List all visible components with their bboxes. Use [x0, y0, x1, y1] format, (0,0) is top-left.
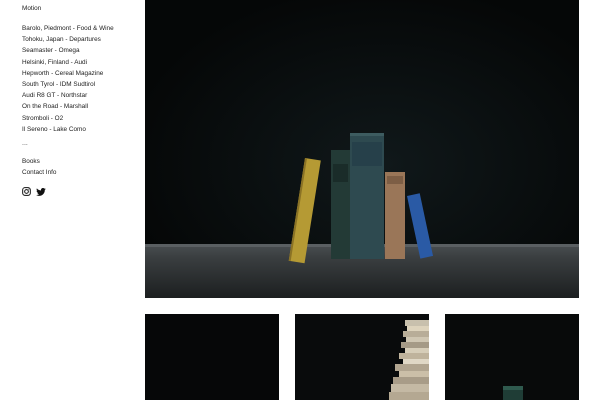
nav-item-books[interactable]: Books — [22, 156, 56, 167]
project-link-on-the-road[interactable]: On the Road - Marshall — [22, 101, 114, 112]
social-links — [22, 187, 46, 196]
project-link-helsinki[interactable]: Helsinki, Finland - Audi — [22, 57, 114, 68]
project-link-stromboli[interactable]: Stromboli - O2 — [22, 113, 114, 124]
nav-item-contact-info[interactable]: Contact Info — [22, 167, 56, 178]
project-link-tohoku[interactable]: Tohoku, Japan - Departures — [22, 34, 114, 45]
project-link-audi-r8[interactable]: Audi R8 GT - Northstar — [22, 90, 114, 101]
nav-ellipsis: ... — [22, 140, 28, 147]
tin-can-image — [445, 314, 579, 400]
books-on-shelf-image — [145, 0, 579, 298]
project-link-il-sereno[interactable]: Il Sereno - Lake Como — [22, 124, 114, 135]
hero-photo[interactable] — [145, 0, 579, 298]
project-link-south-tyrol[interactable]: South Tyrol - IDM Sudtirol — [22, 79, 114, 90]
project-link-barolo[interactable]: Barolo, Piedmont - Food & Wine — [22, 23, 114, 34]
nav-item-motion[interactable]: Motion — [22, 3, 41, 14]
instagram-icon[interactable] — [22, 187, 31, 196]
gallery-thumbnail-2[interactable] — [295, 314, 429, 400]
secondary-nav: Books Contact Info — [22, 156, 56, 178]
stacked-books-image — [295, 314, 429, 400]
project-link-seamaster[interactable]: Seamaster - Omega — [22, 45, 114, 56]
project-list: Barolo, Piedmont - Food & Wine Tohoku, J… — [22, 23, 114, 135]
gallery-thumbnail-1[interactable] — [145, 314, 279, 400]
gallery-thumbnail-3[interactable] — [445, 314, 579, 400]
project-link-hepworth[interactable]: Hepworth - Cereal Magazine — [22, 68, 114, 79]
twitter-icon[interactable] — [36, 187, 46, 196]
